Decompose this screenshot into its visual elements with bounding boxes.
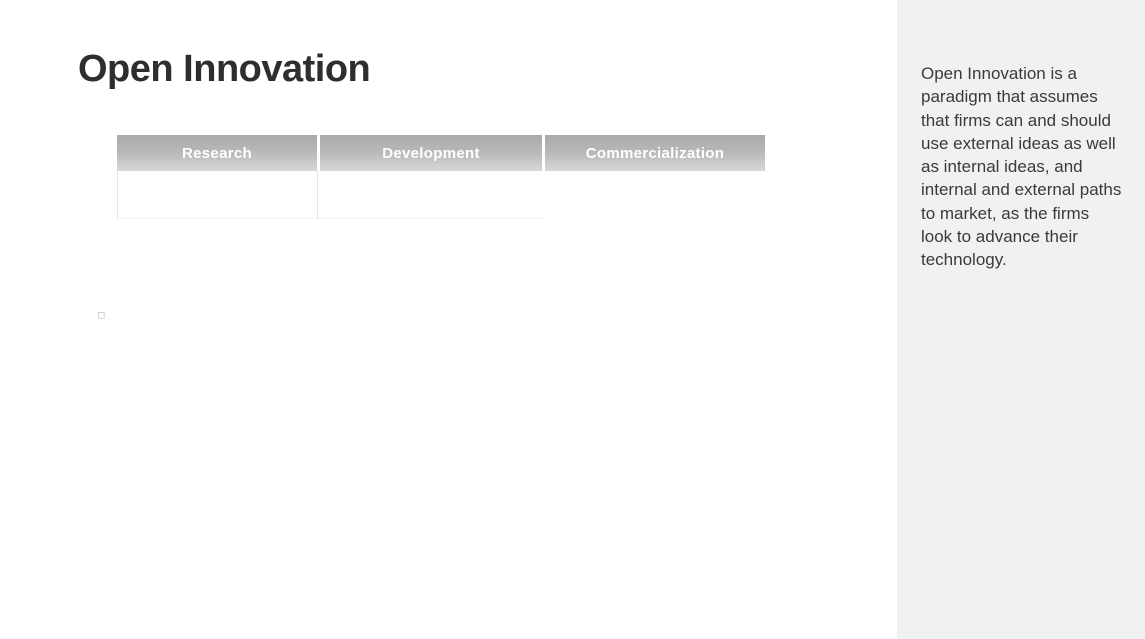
stage-body-row [117, 171, 542, 219]
sidebar: Open Innovation is a paradigm that assum… [897, 0, 1145, 639]
stage-column-research [117, 171, 317, 219]
stage-header-research: Research [117, 135, 317, 171]
stage-header-development: Development [320, 135, 542, 171]
stage-header-commercialization: Commercialization [545, 135, 765, 171]
sidebar-description: Open Innovation is a paradigm that assum… [921, 62, 1123, 272]
stage-headers-row: Research Development Commercialization [117, 135, 765, 171]
small-mark-icon: ◻ [97, 310, 105, 318]
main-content: Open Innovation Research Development Com… [0, 0, 897, 639]
stage-column-development [317, 171, 542, 219]
page-title: Open Innovation [78, 48, 370, 91]
